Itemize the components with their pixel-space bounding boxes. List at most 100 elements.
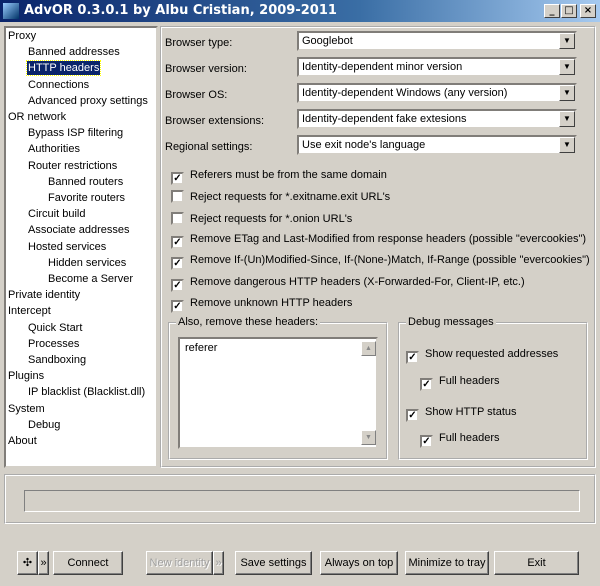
connect-button[interactable]: Connect — [53, 551, 123, 575]
tree-item[interactable]: Plugins — [7, 369, 45, 383]
always-on-top-button[interactable]: Always on top — [320, 551, 398, 575]
remove-headers-title: Also, remove these headers: — [176, 316, 321, 328]
tree-item[interactable]: Processes — [27, 337, 80, 351]
checkbox-label: Remove If-(Un)Modified-Since, If-(None-)… — [190, 254, 590, 267]
remove-headers-value: referer — [185, 342, 218, 354]
tree-item[interactable]: Associate addresses — [27, 223, 131, 237]
tree-item[interactable]: Private identity — [7, 288, 81, 302]
tree-item[interactable]: Banned addresses — [27, 45, 121, 59]
tree-item[interactable]: Become a Server — [47, 272, 134, 286]
chevron-down-icon[interactable]: ▼ — [559, 33, 575, 49]
setting-dropdown[interactable]: Identity-dependent Windows (any version)… — [297, 83, 577, 103]
tree-item[interactable]: Hosted services — [27, 240, 107, 254]
dropdown-value: Identity-dependent fake extesions — [302, 113, 467, 125]
dropdown-value: Identity-dependent minor version — [302, 61, 463, 73]
scroll-down-button[interactable]: ▼ — [361, 430, 376, 445]
tree-item[interactable]: Advanced proxy settings — [27, 94, 149, 108]
debug-checkbox[interactable]: ✓ Show HTTP status — [406, 406, 517, 422]
setting-dropdown[interactable]: Googlebot ▼ — [297, 31, 577, 51]
tree-item[interactable]: Favorite routers — [47, 191, 126, 205]
tree-item[interactable]: Router restrictions — [27, 159, 118, 173]
checkbox-icon[interactable] — [171, 190, 184, 204]
chevron-down-icon[interactable]: ▼ — [559, 85, 575, 101]
title-bar: AdvOR 0.3.0.1 by Albu Cristian, 2009-201… — [0, 0, 600, 22]
tree-item[interactable]: OR network — [7, 110, 67, 124]
option-checkbox[interactable]: ✓ Remove unknown HTTP headers — [171, 297, 352, 313]
settings-tree[interactable]: Proxy Banned addresses HTTP headers Connect… — [4, 26, 158, 468]
tree-item[interactable]: Sandboxing — [27, 353, 87, 367]
debug-messages-title: Debug messages — [406, 316, 496, 328]
tree-item[interactable]: System — [7, 402, 46, 416]
tree-item[interactable]: Banned routers — [47, 175, 124, 189]
tree-item[interactable]: Hidden services — [47, 256, 127, 270]
setting-dropdown[interactable]: Use exit node's language ▼ — [297, 135, 577, 155]
checkbox-label: Remove dangerous HTTP headers (X-Forward… — [190, 275, 525, 288]
status-bar — [24, 490, 580, 512]
network-icon-button[interactable]: ✣ — [17, 551, 38, 575]
debug-checkbox[interactable]: ✓ Full headers — [420, 432, 500, 448]
dropdown-value: Use exit node's language — [302, 139, 426, 151]
tree-item[interactable]: Connections — [27, 78, 90, 92]
option-checkbox[interactable]: ✓ Remove ETag and Last-Modified from resp… — [171, 233, 586, 249]
chevron-down-icon[interactable]: ▼ — [559, 59, 575, 75]
option-checkbox[interactable]: Reject requests for *.onion URL's — [171, 211, 352, 226]
tree-item[interactable]: Circuit build — [27, 207, 86, 221]
checkbox-icon[interactable]: ✓ — [406, 351, 419, 364]
checkbox-icon[interactable]: ✓ — [171, 278, 184, 292]
chevron-down-icon[interactable]: ▼ — [559, 111, 575, 127]
minimize-button[interactable]: _ — [544, 4, 560, 18]
setting-dropdown[interactable]: Identity-dependent fake extesions ▼ — [297, 109, 577, 129]
tree-item[interactable]: Debug — [27, 418, 61, 432]
more-button[interactable]: » — [38, 551, 49, 575]
option-checkbox[interactable]: ✓ Referers must be from the same domain — [171, 169, 387, 185]
checkbox-icon[interactable]: ✓ — [171, 299, 184, 313]
checkbox-label: Show requested addresses — [425, 348, 559, 360]
checkbox-icon[interactable]: ✓ — [171, 172, 184, 185]
tree-item[interactable]: Quick Start — [27, 321, 83, 335]
tree-item[interactable]: Authorities — [27, 142, 81, 156]
checkbox-label: Show HTTP status — [425, 406, 517, 418]
app-icon — [3, 3, 19, 19]
minimize-to-tray-button[interactable]: Minimize to tray — [405, 551, 489, 575]
dropdown-value: Identity-dependent Windows (any version) — [302, 87, 508, 99]
checkbox-icon[interactable]: ✓ — [420, 378, 433, 391]
checkbox-label: Referers must be from the same domain — [190, 169, 387, 181]
checkbox-label: Reject requests for *.exitname.exit URL'… — [190, 191, 391, 204]
save-settings-button[interactable]: Save settings — [235, 551, 312, 575]
exit-button[interactable]: Exit — [494, 551, 579, 575]
option-checkbox[interactable]: Reject requests for *.exitname.exit URL'… — [171, 190, 390, 204]
checkbox-icon[interactable] — [171, 211, 184, 225]
checkbox-label: Full headers — [439, 375, 500, 387]
chevron-down-icon[interactable]: ▼ — [559, 137, 575, 153]
debug-checkbox[interactable]: ✓ Full headers — [420, 375, 500, 391]
option-checkbox[interactable]: ✓ Remove dangerous HTTP headers (X-Forwar… — [171, 276, 525, 292]
remove-headers-textarea[interactable]: referer ▲ ▼ — [178, 337, 378, 449]
setting-dropdown[interactable]: Identity-dependent minor version ▼ — [297, 57, 577, 77]
network-icon: ✣ — [22, 557, 33, 569]
scroll-up-button[interactable]: ▲ — [361, 341, 376, 356]
maximize-button[interactable]: □ — [561, 4, 577, 18]
tree-item[interactable]: Bypass ISP filtering — [27, 126, 124, 140]
dropdown-value: Googlebot — [302, 35, 353, 47]
checkbox-icon[interactable]: ✓ — [420, 435, 433, 448]
debug-checkbox[interactable]: ✓ Show requested addresses — [406, 348, 558, 364]
window-title: AdvOR 0.3.0.1 by Albu Cristian, 2009-201… — [24, 3, 337, 18]
tree-item[interactable]: HTTP headers — [25, 60, 102, 77]
setting-label: Browser type: — [165, 37, 233, 49]
checkbox-label: Remove unknown HTTP headers — [190, 296, 353, 309]
tree-item[interactable]: Proxy — [7, 29, 37, 43]
checkbox-icon[interactable]: ✓ — [406, 409, 419, 422]
checkbox-label: Remove ETag and Last-Modified from respo… — [190, 232, 587, 245]
checkbox-icon[interactable]: ✓ — [171, 257, 184, 271]
option-checkbox[interactable]: ✓ Remove If-(Un)Modified-Since, If-(None-… — [171, 254, 590, 271]
new-identity-button[interactable]: New identity — [146, 551, 213, 575]
tree-item[interactable]: IP blacklist (Blacklist.dll) — [27, 385, 146, 399]
tree-item[interactable]: About — [7, 434, 38, 448]
setting-label: Browser version: — [165, 63, 247, 75]
checkbox-icon[interactable]: ✓ — [171, 235, 184, 249]
new-identity-more-button[interactable]: » — [213, 551, 224, 575]
setting-label: Browser extensions: — [165, 115, 265, 127]
close-button[interactable]: × — [580, 4, 596, 18]
tree-item[interactable]: Intercept — [7, 304, 52, 318]
setting-label: Regional settings: — [165, 141, 253, 153]
